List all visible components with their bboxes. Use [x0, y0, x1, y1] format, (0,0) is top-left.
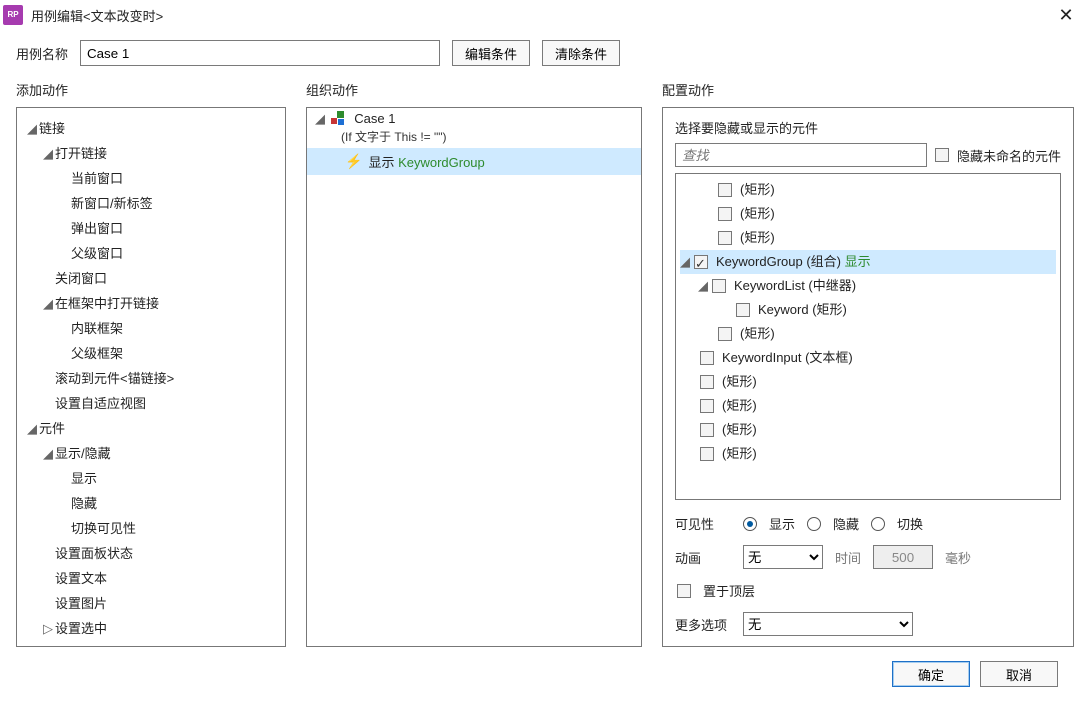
tree-close-window[interactable]: 关闭窗口 [43, 266, 279, 291]
config-header: 配置动作 [662, 80, 1074, 99]
radio-hide[interactable] [807, 517, 821, 531]
config-title: 选择要隐藏或显示的元件 [675, 118, 1061, 137]
tree-set-text[interactable]: 设置文本 [43, 566, 279, 591]
window-title: 用例编辑<文本改变时> [31, 6, 163, 25]
ms-label: 毫秒 [945, 548, 971, 567]
tree-open-in-frame[interactable]: ◢在框架中打开链接 内联框架 父级框架 [43, 291, 279, 366]
tree-parent-window[interactable]: 父级窗口 [59, 241, 279, 266]
action-target: KeywordGroup [398, 155, 485, 170]
tree-new-window[interactable]: 新窗口/新标签 [59, 191, 279, 216]
chevron-down-icon[interactable]: ◢ [27, 416, 39, 441]
widget-tree: (矩形) (矩形) (矩形) ◢KeywordGroup (组合) 显示 ◢Ke… [675, 173, 1061, 500]
case-icon [331, 111, 345, 125]
close-button[interactable]: ✕ [1052, 5, 1080, 26]
tree-panel-state[interactable]: 设置面板状态 [43, 541, 279, 566]
case-name: Case 1 [354, 111, 395, 126]
organize-header: 组织动作 [306, 80, 642, 99]
more-options-select[interactable]: 无 [743, 612, 913, 636]
lightning-icon: ⚡ [345, 153, 362, 170]
widget-row-keyword[interactable]: Keyword (矩形) [680, 298, 1056, 322]
widget-row-rect[interactable]: (矩形) [680, 442, 1056, 466]
chevron-down-icon[interactable]: ◢ [43, 291, 55, 316]
tree-scroll-anchor[interactable]: 滚动到元件<锚链接> [43, 366, 279, 391]
animation-select[interactable]: 无 [743, 545, 823, 569]
hide-unnamed-label: 隐藏未命名的元件 [957, 146, 1061, 165]
widget-row-rect[interactable]: (矩形) [680, 418, 1056, 442]
chevron-down-icon[interactable]: ◢ [315, 110, 327, 128]
tree-set-selected[interactable]: ▷设置选中 [43, 616, 279, 641]
more-options-label: 更多选项 [675, 615, 731, 634]
tree-current-window[interactable]: 当前窗口 [59, 166, 279, 191]
time-input[interactable] [873, 545, 933, 569]
chevron-down-icon[interactable]: ◢ [43, 441, 55, 466]
chevron-down-icon[interactable]: ◢ [43, 141, 55, 166]
time-label: 时间 [835, 548, 861, 567]
radio-show[interactable] [743, 517, 757, 531]
search-input[interactable] [675, 143, 927, 167]
visibility-label: 可见性 [675, 514, 731, 533]
action-row[interactable]: ⚡ 显示 KeywordGroup [307, 148, 641, 175]
animation-label: 动画 [675, 548, 731, 567]
widget-row-rect[interactable]: (矩形) [680, 178, 1056, 202]
title-bar: RP 用例编辑<文本改变时> ✕ [0, 0, 1090, 30]
clear-condition-button[interactable]: 清除条件 [542, 40, 620, 66]
ok-button[interactable]: 确定 [892, 661, 970, 687]
widget-row-rect[interactable]: (矩形) [680, 202, 1056, 226]
case-row[interactable]: ◢ Case 1 (If 文字于 This != "") [307, 108, 641, 148]
case-name-input[interactable] [80, 40, 440, 66]
tree-toggle-visibility[interactable]: 切换可见性 [59, 516, 279, 541]
tree-links[interactable]: ◢链接 ◢打开链接 当前窗口 新窗口/新标签 弹出窗口 父级窗口 [27, 116, 279, 416]
widget-row-rect[interactable]: (矩形) [680, 394, 1056, 418]
tree-popup-window[interactable]: 弹出窗口 [59, 216, 279, 241]
cancel-button[interactable]: 取消 [980, 661, 1058, 687]
config-panel: 选择要隐藏或显示的元件 隐藏未命名的元件 (矩形) (矩形) (矩形) ◢Key… [662, 107, 1074, 647]
keywordgroup-checkbox[interactable] [694, 255, 708, 269]
edit-condition-button[interactable]: 编辑条件 [452, 40, 530, 66]
chevron-right-icon[interactable]: ▷ [43, 616, 55, 641]
tree-widgets[interactable]: ◢元件 ◢显示/隐藏 显示 隐藏 切换可见性 设置面板状态 [27, 416, 279, 641]
add-action-header: 添加动作 [16, 80, 286, 99]
widget-row-keywordinput[interactable]: KeywordInput (文本框) [680, 346, 1056, 370]
chevron-down-icon[interactable]: ◢ [27, 116, 39, 141]
tree-show-hide[interactable]: ◢显示/隐藏 显示 隐藏 切换可见性 [43, 441, 279, 541]
widget-row-keywordgroup[interactable]: ◢KeywordGroup (组合) 显示 [680, 250, 1056, 274]
case-condition: (If 文字于 This != "") [315, 128, 633, 146]
widget-row-rect[interactable]: (矩形) [680, 370, 1056, 394]
chevron-down-icon[interactable]: ◢ [698, 274, 710, 298]
hide-unnamed-checkbox[interactable] [935, 148, 949, 162]
radio-toggle[interactable] [871, 517, 885, 531]
bring-front-label: 置于顶层 [703, 581, 755, 600]
chevron-down-icon[interactable]: ◢ [680, 250, 692, 274]
tree-adaptive-view[interactable]: 设置自适应视图 [43, 391, 279, 416]
tree-open-link[interactable]: ◢打开链接 当前窗口 新窗口/新标签 弹出窗口 父级窗口 [43, 141, 279, 266]
tree-set-image[interactable]: 设置图片 [43, 591, 279, 616]
widget-row-rect[interactable]: (矩形) [680, 226, 1056, 250]
widget-row-rect[interactable]: (矩形) [680, 322, 1056, 346]
tree-inline-frame[interactable]: 内联框架 [59, 316, 279, 341]
widget-row-keywordlist[interactable]: ◢KeywordList (中继器) [680, 274, 1056, 298]
tree-hide[interactable]: 隐藏 [59, 491, 279, 516]
organize-panel: ◢ Case 1 (If 文字于 This != "") ⚡ 显示 Keywor… [306, 107, 642, 647]
tree-parent-frame[interactable]: 父级框架 [59, 341, 279, 366]
add-action-panel: ◢链接 ◢打开链接 当前窗口 新窗口/新标签 弹出窗口 父级窗口 [16, 107, 286, 647]
case-name-label: 用例名称 [16, 44, 68, 63]
tree-show[interactable]: 显示 [59, 466, 279, 491]
bring-front-checkbox[interactable] [677, 584, 691, 598]
app-icon: RP [3, 5, 23, 25]
